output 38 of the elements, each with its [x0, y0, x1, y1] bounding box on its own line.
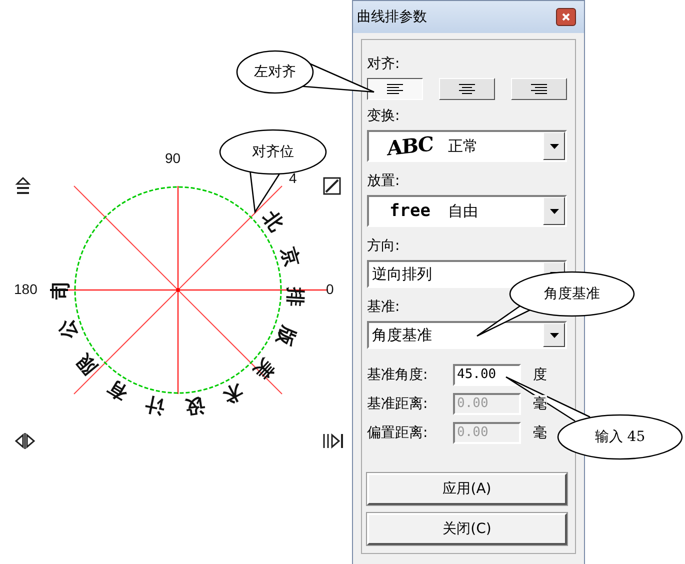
field-label: 对齐:	[367, 55, 400, 74]
style-sample: ABC	[386, 130, 434, 162]
curve-text-char: 版	[271, 322, 300, 350]
curve-text-char: 设	[182, 393, 207, 418]
curve-text-char: 计	[142, 392, 168, 418]
callout-text: 角度基准	[543, 285, 601, 303]
curve-text-char: 排	[283, 286, 306, 308]
dropdown-value: 逆向排列	[372, 264, 433, 284]
window-title: 曲线排参数	[357, 8, 427, 26]
field-label: 放置:	[367, 172, 400, 191]
angle-label: 180	[14, 281, 38, 297]
field-label: 基准距离:	[367, 394, 429, 412]
curve-text-char: 北	[257, 206, 288, 237]
field-label: 基准角度:	[367, 366, 429, 384]
curve-text-char: 司	[50, 280, 72, 301]
curve-text-char: 有	[102, 375, 132, 406]
curve-text-char: 公	[54, 316, 82, 344]
dropdown-value: 角度基准	[372, 326, 433, 344]
unit-label: 毫	[533, 394, 547, 412]
field-label: 变换:	[367, 107, 400, 126]
curve-text-char: 美	[248, 354, 280, 385]
field-label: 偏置距离:	[367, 424, 429, 442]
angle-label: 90	[165, 150, 181, 166]
style-sample: free	[388, 201, 432, 221]
curve-text-char: 术	[218, 378, 248, 408]
callout-text: 输入 45	[594, 428, 646, 446]
field-label: 基准:	[367, 298, 400, 317]
dropdown-value: 自由	[448, 202, 479, 220]
callout-text: 对齐位	[251, 143, 295, 161]
unit-label: 毫	[533, 424, 547, 442]
field-label: 方向:	[367, 237, 400, 256]
callout-text: 左对齐	[253, 63, 297, 81]
unit-label: 度	[533, 366, 547, 384]
dropdown-value: 正常	[448, 136, 479, 156]
angle-label: 4	[289, 170, 297, 186]
curve-text-char: 京	[276, 244, 304, 271]
curve-text-char: 限	[72, 348, 103, 380]
angle-label: 0	[326, 281, 334, 297]
